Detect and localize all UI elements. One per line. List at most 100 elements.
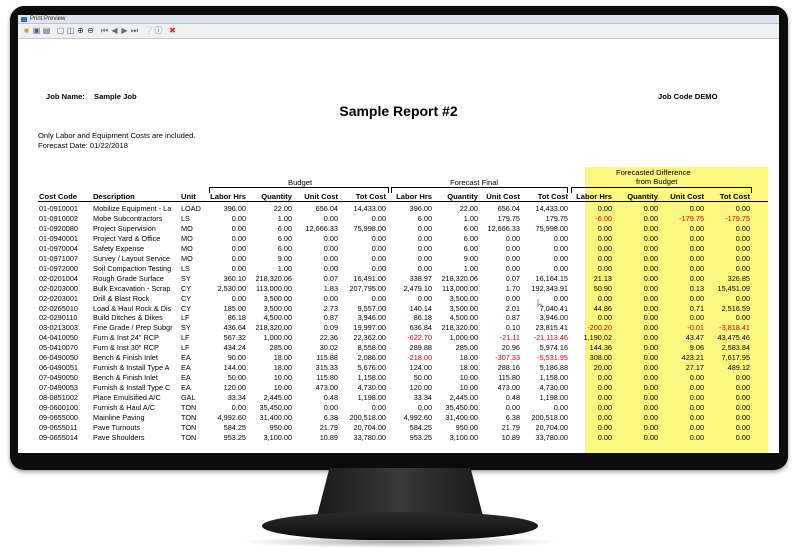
cell-forecast-quantity: 18.00	[459, 353, 478, 363]
cell-cost-code: 01-0972000	[39, 263, 78, 273]
save-icon[interactable]: ▣	[32, 26, 41, 35]
cell-cost-code: 07-0490050	[39, 373, 78, 383]
cell-unit: LS	[181, 213, 190, 223]
cell-cost-code: 02-0201004	[39, 273, 78, 283]
info-icon[interactable]: ⓘ	[154, 26, 163, 35]
last-page-icon[interactable]: ⏭	[130, 26, 139, 35]
cell-diff-quantity: 0.00	[643, 353, 658, 363]
column-header-budget-quantity: Quantity	[261, 192, 292, 201]
cell-unit: LS	[181, 263, 190, 273]
cell-budget-unit-cost: 473.00	[315, 383, 338, 393]
cell-budget-unit-cost: 0.87	[323, 313, 338, 323]
cell-forecast-labor-hrs: 86.18	[413, 313, 432, 323]
cell-diff-labor-hrs: 0.00	[597, 403, 612, 412]
cell-budget-tot-cost: 0.00	[371, 213, 386, 223]
cell-diff-unit-cost: 9.06	[689, 343, 704, 353]
cell-forecast-labor-hrs: 289.88	[409, 343, 432, 353]
cell-diff-labor-hrs: 144.36	[589, 343, 612, 353]
cell-budget-labor-hrs: 0.00	[231, 293, 246, 303]
cell-unit: GAL	[181, 393, 196, 403]
cell-cost-code: 01-0971007	[39, 253, 78, 263]
cell-forecast-labor-hrs: 338.97	[409, 273, 432, 283]
cell-budget-unit-cost: 115.80	[316, 373, 338, 383]
cell-budget-labor-hrs: 360.10	[223, 273, 246, 283]
cell-forecast-quantity: 31,400.00	[445, 412, 478, 422]
cell-diff-quantity: 0.00	[643, 204, 658, 213]
cell-forecast-unit-cost: 6.38	[505, 412, 520, 422]
cell-forecast-quantity: 10.00	[459, 373, 478, 383]
cell-forecast-tot-cost: 33,780.00	[535, 432, 568, 442]
cell-diff-quantity: 0.00	[643, 373, 658, 383]
page-view-icon[interactable]: ▢	[56, 26, 65, 35]
cell-forecast-labor-hrs: 140.14	[409, 303, 432, 313]
column-header-budget-tot-cost: Tot Cost	[355, 192, 386, 201]
cell-budget-labor-hrs: 185.00	[223, 303, 246, 313]
cell-unit: CY	[181, 303, 192, 313]
cell-forecast-unit-cost: 10.89	[501, 432, 520, 442]
first-page-icon[interactable]: ⏮	[100, 26, 109, 35]
zoom-out-icon[interactable]: ⊖	[86, 26, 95, 35]
group-forecast: Forecast Final	[450, 178, 499, 187]
cell-diff-labor-hrs: 0.00	[597, 422, 612, 432]
help-icon[interactable]: ❔	[144, 26, 154, 35]
cell-diff-unit-cost: 0.00	[689, 412, 704, 422]
cell-cost-code: 06-0490051	[39, 363, 78, 373]
cell-forecast-unit-cost: 288.16	[497, 363, 520, 373]
cell-budget-labor-hrs: 584.25	[223, 422, 246, 432]
cell-budget-labor-hrs: 33.34	[227, 393, 246, 403]
cell-cost-code: 02-0265010	[39, 303, 78, 313]
next-page-icon[interactable]: ▶	[120, 26, 129, 35]
cell-budget-labor-hrs: 0.00	[231, 243, 246, 253]
cell-diff-labor-hrs: -200.20	[587, 323, 612, 333]
cell-forecast-quantity: 9.00	[463, 253, 478, 263]
cell-forecast-tot-cost: 0.00	[553, 293, 568, 303]
cell-forecast-unit-cost: -21.11	[499, 333, 520, 343]
cell-description: Project Yard & Office	[93, 234, 161, 243]
cell-budget-tot-cost: 200,518.00	[349, 412, 386, 422]
cell-diff-quantity: 0.00	[643, 393, 658, 403]
two-page-icon[interactable]: ◫	[66, 26, 75, 35]
cell-budget-labor-hrs: 0.00	[231, 253, 246, 263]
cell-budget-labor-hrs: 2,530.00	[217, 283, 246, 293]
cell-unit: LF	[181, 343, 190, 353]
cell-forecast-quantity: 950.00	[455, 422, 478, 432]
cell-forecast-unit-cost: 21.79	[501, 422, 520, 432]
cell-diff-quantity: 0.00	[643, 263, 658, 273]
cell-description: Furnish & Install Type A	[93, 364, 170, 373]
cell-diff-labor-hrs: 0.00	[597, 223, 612, 233]
cell-diff-quantity: 0.00	[643, 323, 658, 333]
cell-forecast-quantity: 3,500.00	[449, 293, 478, 303]
print-icon[interactable]: ▤	[42, 26, 51, 35]
cell-budget-labor-hrs: 144.00	[223, 363, 246, 373]
cell-description: Furnish & Haul A/C	[93, 404, 156, 412]
prev-page-icon[interactable]: ◀	[110, 26, 119, 35]
cell-diff-quantity: 0.00	[643, 233, 658, 243]
cell-description: Mobilize Equipment - La	[93, 205, 172, 213]
window-titlebar: Print Preview	[18, 15, 779, 24]
open-icon[interactable]: ■	[22, 26, 31, 35]
cell-forecast-tot-cost: 0.00	[553, 233, 568, 243]
cell-cost-code: 01-0910001	[39, 204, 78, 213]
cell-cost-code: 09-0655014	[39, 432, 78, 442]
cell-forecast-quantity: 2,445.00	[449, 393, 478, 403]
cell-budget-labor-hrs: 436.64	[223, 323, 246, 333]
cell-diff-quantity: 0.00	[643, 313, 658, 323]
cell-budget-quantity: 3,100.00	[263, 432, 292, 442]
group-budget: Budget	[288, 178, 313, 187]
cell-budget-unit-cost: 0.00	[323, 213, 338, 223]
cell-cost-code: 01-0920080	[39, 223, 78, 233]
cell-diff-unit-cost: 0.00	[689, 223, 704, 233]
cell-forecast-unit-cost: 473.00	[497, 383, 520, 393]
cell-budget-unit-cost: 115.88	[316, 353, 338, 363]
cell-forecast-tot-cost: 14,433.00	[535, 204, 568, 213]
cell-diff-quantity: 0.00	[643, 343, 658, 353]
cell-budget-labor-hrs: 50.00	[227, 373, 246, 383]
cell-description: Soil Compaction Testing	[93, 264, 172, 273]
cell-diff-quantity: 0.00	[643, 293, 658, 303]
close-icon[interactable]: ✖	[168, 26, 177, 35]
cell-forecast-labor-hrs: 2,479.10	[403, 283, 432, 293]
cell-diff-unit-cost: -0.01	[687, 323, 704, 333]
print-preview-toolbar: ■ ▣ ▤ ▢ ◫ ⊕ ⊖ ⏮ ◀ ▶ ⏭ ❔ ⓘ ✖	[18, 24, 779, 39]
zoom-in-icon[interactable]: ⊕	[76, 26, 85, 35]
cell-diff-tot-cost: -179.75	[725, 213, 750, 223]
